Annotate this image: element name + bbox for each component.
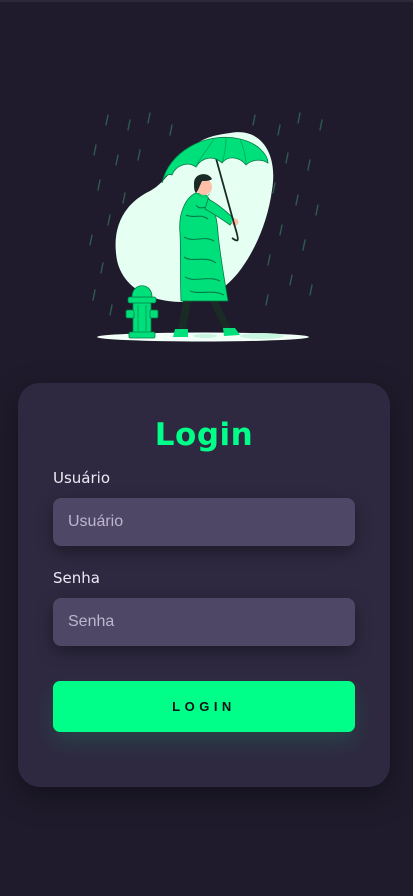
rain-umbrella-illustration xyxy=(0,105,413,350)
login-card: Login Usuário Senha LOGIN xyxy=(18,383,390,787)
password-input[interactable] xyxy=(53,598,355,646)
username-input[interactable] xyxy=(53,498,355,546)
window-top-edge xyxy=(0,0,413,2)
password-label: Senha xyxy=(53,569,100,587)
login-button[interactable]: LOGIN xyxy=(53,681,355,732)
username-label: Usuário xyxy=(53,469,111,487)
login-title: Login xyxy=(154,417,254,453)
